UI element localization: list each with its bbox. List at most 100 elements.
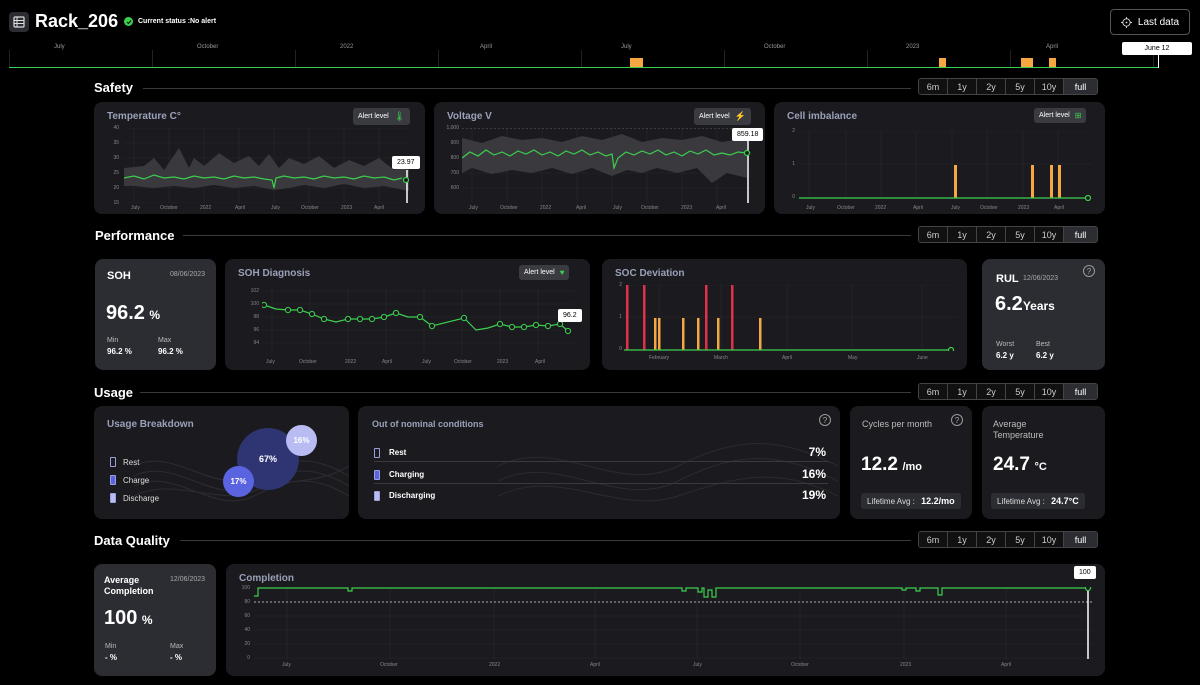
- cell-imbalance-chart[interactable]: [799, 131, 1092, 201]
- soh-max-value: 96.2 %: [158, 347, 183, 356]
- nominal-row-value: 19%: [801, 488, 826, 502]
- alert-level-button[interactable]: Alert level 🌡: [353, 108, 411, 125]
- avg-completion-title: Average Completion: [104, 575, 154, 596]
- bubble-discharge[interactable]: 16%: [286, 425, 317, 456]
- last-data-button[interactable]: Last data: [1110, 9, 1190, 35]
- range-1y[interactable]: 1y: [948, 532, 977, 547]
- range-selector-performance[interactable]: 6m 1y 2y 5y 10y full: [918, 226, 1098, 243]
- range-5y[interactable]: 5y: [1006, 532, 1035, 547]
- x-tick: July: [266, 359, 275, 365]
- avg-temp-number: 24.7: [993, 454, 1030, 475]
- bubble-charge-label: 17%: [230, 477, 247, 486]
- y-tick: 35: [113, 140, 119, 146]
- x-tick: July: [469, 205, 478, 211]
- range-full[interactable]: full: [1064, 532, 1097, 547]
- x-tick: July: [693, 662, 702, 668]
- avg-completion-value: 100 %: [104, 607, 153, 630]
- battery-discharge-icon: [374, 491, 380, 501]
- soh-value: 96.2 %: [106, 302, 160, 325]
- avg-completion-min-label: Min: [105, 643, 117, 650]
- soh-date: 08/06/2023: [170, 271, 206, 278]
- section-divider: [183, 235, 911, 236]
- section-title-data-quality: Data Quality: [94, 533, 170, 548]
- range-10y[interactable]: 10y: [1035, 532, 1064, 547]
- range-selector-safety[interactable]: 6m 1y 2y 5y 10y full: [918, 78, 1098, 95]
- range-6m[interactable]: 6m: [919, 532, 948, 547]
- bubble-rest-label: 67%: [258, 454, 277, 464]
- cycles-avg-value: 12.2/mo: [921, 496, 955, 506]
- section-title-safety: Safety: [94, 80, 134, 95]
- range-1y[interactable]: 1y: [948, 227, 977, 242]
- timeline-event-marker[interactable]: [630, 58, 643, 67]
- rul-worst-label: Worst: [996, 341, 1015, 348]
- range-2y[interactable]: 2y: [977, 79, 1006, 94]
- soc-deviation-chart[interactable]: [624, 285, 957, 351]
- nominal-row-label: Discharging: [389, 491, 436, 500]
- y-tick: 40: [113, 125, 119, 131]
- range-selector-data-quality[interactable]: 6m 1y 2y 5y 10y full: [918, 531, 1098, 548]
- range-selector-usage[interactable]: 6m 1y 2y 5y 10y full: [918, 383, 1098, 400]
- rul-title: RUL: [996, 273, 1019, 285]
- range-1y[interactable]: 1y: [948, 79, 977, 94]
- range-full[interactable]: full: [1064, 79, 1097, 94]
- soh-diagnosis-chart[interactable]: [262, 289, 574, 354]
- alert-level-button[interactable]: Alert level ⚡: [694, 108, 751, 125]
- help-icon[interactable]: ?: [951, 414, 963, 426]
- timeline-event-marker[interactable]: [1049, 58, 1056, 67]
- cycles-unit: /mo: [902, 461, 922, 473]
- timeline[interactable]: July October 2022 April July October 202…: [9, 40, 1194, 70]
- soh-diagnosis-card: SOH Diagnosis Alert level ♥ 102 100 98 9…: [225, 259, 590, 370]
- cell-imbalance-card: Cell imbalance Alert level ⊞ 2 1 0 July …: [774, 102, 1105, 214]
- range-5y[interactable]: 5y: [1006, 227, 1035, 242]
- range-2y[interactable]: 2y: [977, 227, 1006, 242]
- timeline-cursor-label[interactable]: June 12: [1122, 42, 1192, 55]
- voltage-tooltip: 859.18: [732, 128, 764, 141]
- x-tick: July: [131, 205, 140, 211]
- rul-worst-value: 6.2 y: [996, 351, 1014, 360]
- range-10y[interactable]: 10y: [1035, 227, 1064, 242]
- range-6m[interactable]: 6m: [919, 384, 948, 399]
- range-10y[interactable]: 10y: [1035, 384, 1064, 399]
- soh-diagnosis-tooltip: 96.2: [558, 309, 582, 322]
- y-tick: 40: [244, 627, 250, 633]
- range-10y[interactable]: 10y: [1035, 79, 1064, 94]
- timeline-event-marker[interactable]: [939, 58, 946, 67]
- status-label: Current status :: [138, 18, 191, 25]
- range-2y[interactable]: 2y: [977, 384, 1006, 399]
- alert-level-button[interactable]: Alert level ♥: [519, 265, 570, 280]
- y-tick: 0: [792, 194, 795, 200]
- completion-chart[interactable]: [254, 587, 1094, 659]
- voltage-card: Voltage V Alert level ⚡ 1,000 900 800 70…: [434, 102, 765, 214]
- y-tick: 1: [792, 161, 795, 167]
- x-tick: April: [1054, 205, 1065, 211]
- x-tick: 2022: [200, 205, 212, 211]
- range-1y[interactable]: 1y: [948, 384, 977, 399]
- help-icon[interactable]: ?: [1083, 265, 1095, 277]
- cycles-avg-label: Lifetime Avg :: [867, 497, 915, 506]
- range-full[interactable]: full: [1064, 227, 1097, 242]
- x-tick: April: [374, 205, 385, 211]
- range-full[interactable]: full: [1064, 384, 1097, 399]
- alert-level-button[interactable]: Alert level ⊞: [1034, 108, 1087, 123]
- help-icon[interactable]: ?: [819, 414, 831, 426]
- range-6m[interactable]: 6m: [919, 79, 948, 94]
- y-tick: 900: [450, 140, 459, 146]
- status-value: No alert: [190, 18, 217, 25]
- temperature-chart[interactable]: [124, 128, 409, 203]
- range-2y[interactable]: 2y: [977, 532, 1006, 547]
- cell-imbalance-title: Cell imbalance: [787, 111, 858, 122]
- alert-level-label: Alert level: [699, 113, 730, 120]
- rack-icon[interactable]: [9, 12, 29, 32]
- section-divider: [143, 88, 911, 89]
- avg-temp-avg-pill: Lifetime Avg : 24.7°C: [991, 493, 1085, 509]
- range-5y[interactable]: 5y: [1006, 384, 1035, 399]
- range-5y[interactable]: 5y: [1006, 79, 1035, 94]
- timeline-event-marker[interactable]: [1021, 58, 1033, 67]
- range-6m[interactable]: 6m: [919, 227, 948, 242]
- bubble-charge[interactable]: 17%: [223, 466, 254, 497]
- completion-title: Completion: [239, 573, 294, 584]
- x-tick: 2023: [341, 205, 353, 211]
- legend-rest-label: Rest: [123, 457, 140, 467]
- avg-completion-max-label: Max: [170, 643, 184, 650]
- voltage-chart[interactable]: [462, 128, 752, 203]
